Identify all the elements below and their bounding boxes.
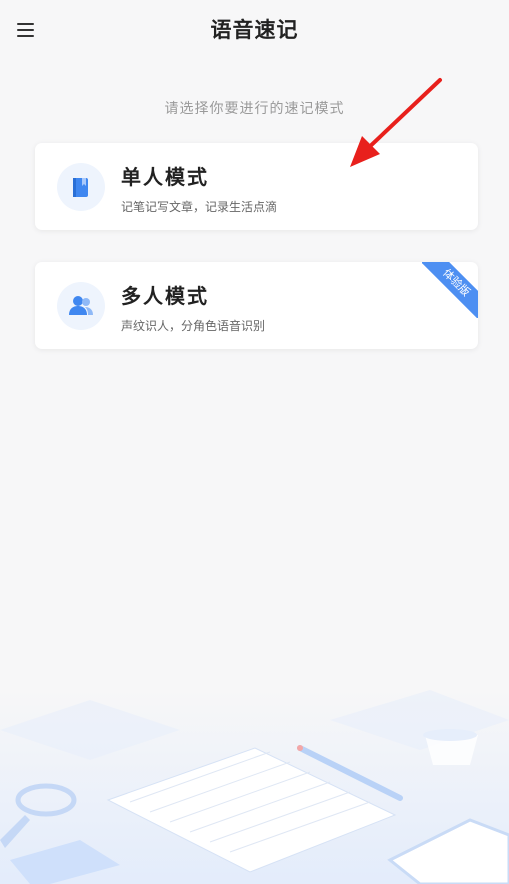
people-icon <box>57 282 105 330</box>
multi-mode-description: 声纹识人，分角色语音识别 <box>121 319 266 333</box>
app-header: 语音速记 <box>0 0 509 58</box>
trial-badge: 体验版 <box>422 262 478 318</box>
multi-mode-title: 多人模式 <box>121 284 209 308</box>
single-mode-title: 单人模式 <box>121 165 209 189</box>
annotation-arrow-icon <box>350 78 442 167</box>
page-title: 语音速记 <box>210 18 299 42</box>
desk-illustration <box>0 690 509 884</box>
notebook-icon <box>57 163 105 211</box>
trial-badge-label: 体验版 <box>422 262 478 318</box>
single-mode-description: 记笔记写文章，记录生活点滴 <box>121 200 278 214</box>
multi-mode-card[interactable]: 多人模式 声纹识人，分角色语音识别 体验版 <box>35 262 478 349</box>
